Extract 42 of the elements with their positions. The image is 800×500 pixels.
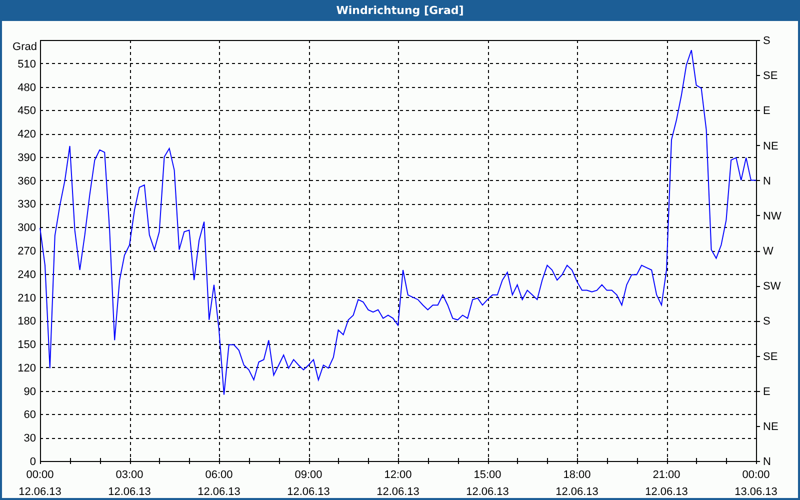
axis-label: 09:00 12.06.13 (287, 469, 330, 498)
axis-label: 0 (30, 456, 36, 468)
axis-label: 180 (18, 316, 36, 328)
axis-label: 330 (18, 198, 36, 211)
axis-label: 21:00 12.06.13 (645, 469, 688, 498)
axis-label: SW (763, 280, 781, 293)
axis-label: 270 (18, 246, 36, 258)
window-title: Windrichtung [Grad] (336, 4, 464, 17)
axis-label: 150 (18, 339, 36, 352)
axis-label: 90 (24, 386, 36, 398)
axis-label: N (763, 175, 771, 188)
axis-label: 390 (18, 152, 36, 164)
axis-label: 30 (24, 432, 36, 445)
axis-label: 06:00 12.06.13 (198, 469, 240, 498)
axis-label: 18:00 12.06.13 (556, 469, 598, 498)
axis-label: N (763, 456, 771, 468)
axis-title: Grad (12, 41, 37, 53)
axis-label: NW (763, 210, 782, 222)
axis-label: 510 (18, 58, 36, 70)
axis-label: NE (763, 140, 778, 152)
axis-label: SE (763, 350, 778, 363)
axis-label: E (763, 105, 770, 118)
axis-label: S (763, 35, 770, 47)
axis-label: S (763, 316, 770, 328)
axis-label: 03:00 12.06.13 (108, 469, 151, 498)
axis-label: 120 (18, 362, 36, 374)
axis-label: W (763, 246, 774, 258)
axis-label: 420 (18, 128, 36, 141)
axis-label: 360 (18, 175, 36, 188)
axis-label: 15:00 12.06.13 (466, 469, 509, 498)
axis-label: 450 (18, 105, 36, 118)
axis-label: 00:00 12.06.13 (18, 469, 62, 498)
axis-label: 300 (18, 222, 36, 234)
axis-label: 240 (18, 268, 36, 281)
axis-label: NE (763, 420, 778, 433)
axis-label: SE (763, 70, 778, 82)
axis-label: 210 (18, 292, 36, 304)
axis-label: 12:00 12.06.13 (376, 469, 420, 498)
axis-label: 00:00 13.06.13 (734, 469, 778, 498)
axis-label: 480 (18, 82, 36, 94)
axis-label: 60 (24, 409, 36, 422)
axis-label: E (763, 386, 770, 398)
